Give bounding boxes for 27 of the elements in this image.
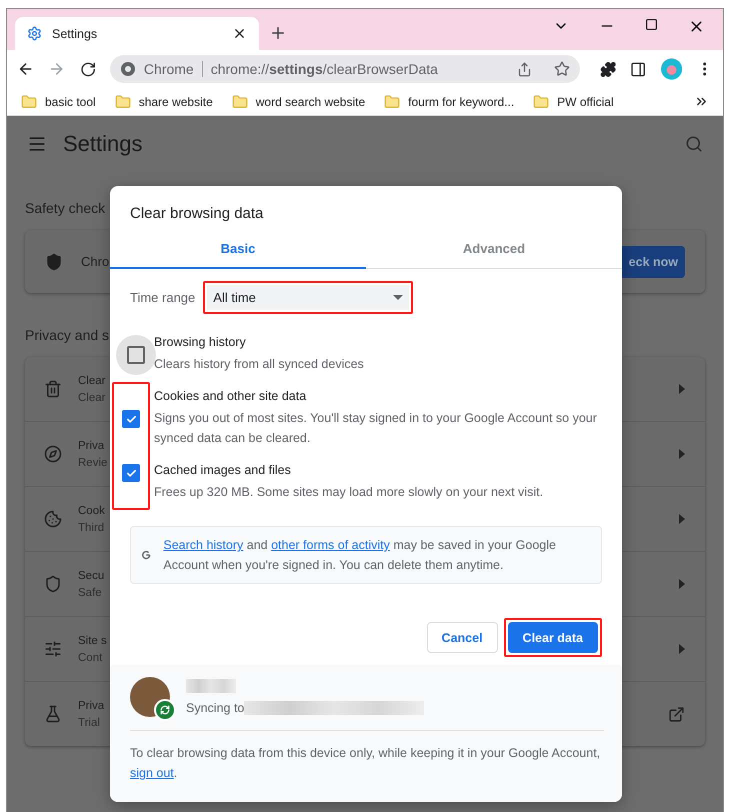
- row-title: Secu: [78, 570, 104, 582]
- row-title: Clear: [78, 374, 106, 386]
- footer-text: To clear browsing data from this device only, while keeping it in your Google Account, sign out.: [130, 745, 602, 782]
- card-text: Chro: [81, 254, 110, 269]
- row-title: Site s: [78, 634, 107, 646]
- row-title: Priva: [78, 440, 104, 452]
- info-text: Search history and other forms of activity may be saved in your Google Account when you're signed in. You can delete them anytime.: [163, 537, 557, 574]
- option-description: Frees up 320 MB. Some sites may load more slowly on your next visit.: [154, 484, 544, 501]
- row-subtitle: Trial: [78, 716, 100, 728]
- option-description: Clears history from all synced devices: [154, 356, 365, 373]
- section-title: Privacy and s: [25, 327, 110, 343]
- option-description: Signs you out of most sites. You'll stay signed in to your Google Account so your synced data can be cleared.: [154, 410, 598, 447]
- field-label: Time range: [130, 290, 196, 305]
- row-subtitle: Third: [78, 522, 104, 534]
- row-subtitle: Revie: [78, 456, 108, 468]
- option-title: Browsing history: [154, 335, 247, 349]
- option-title: Cached images and files: [154, 463, 292, 477]
- option-title: Cookies and other site data: [154, 389, 308, 403]
- row-title: Priva: [78, 700, 104, 712]
- dialog-title: Clear browsing data: [129, 204, 264, 224]
- row-subtitle: Safe: [78, 586, 102, 598]
- sync-label: Syncing to: [186, 701, 244, 715]
- section-title: Safety check: [25, 200, 106, 216]
- page-title: Settings: [63, 131, 144, 157]
- row-subtitle: Cont: [78, 652, 102, 664]
- row-subtitle: Clear: [78, 392, 106, 404]
- row-title: Cook: [78, 504, 105, 516]
